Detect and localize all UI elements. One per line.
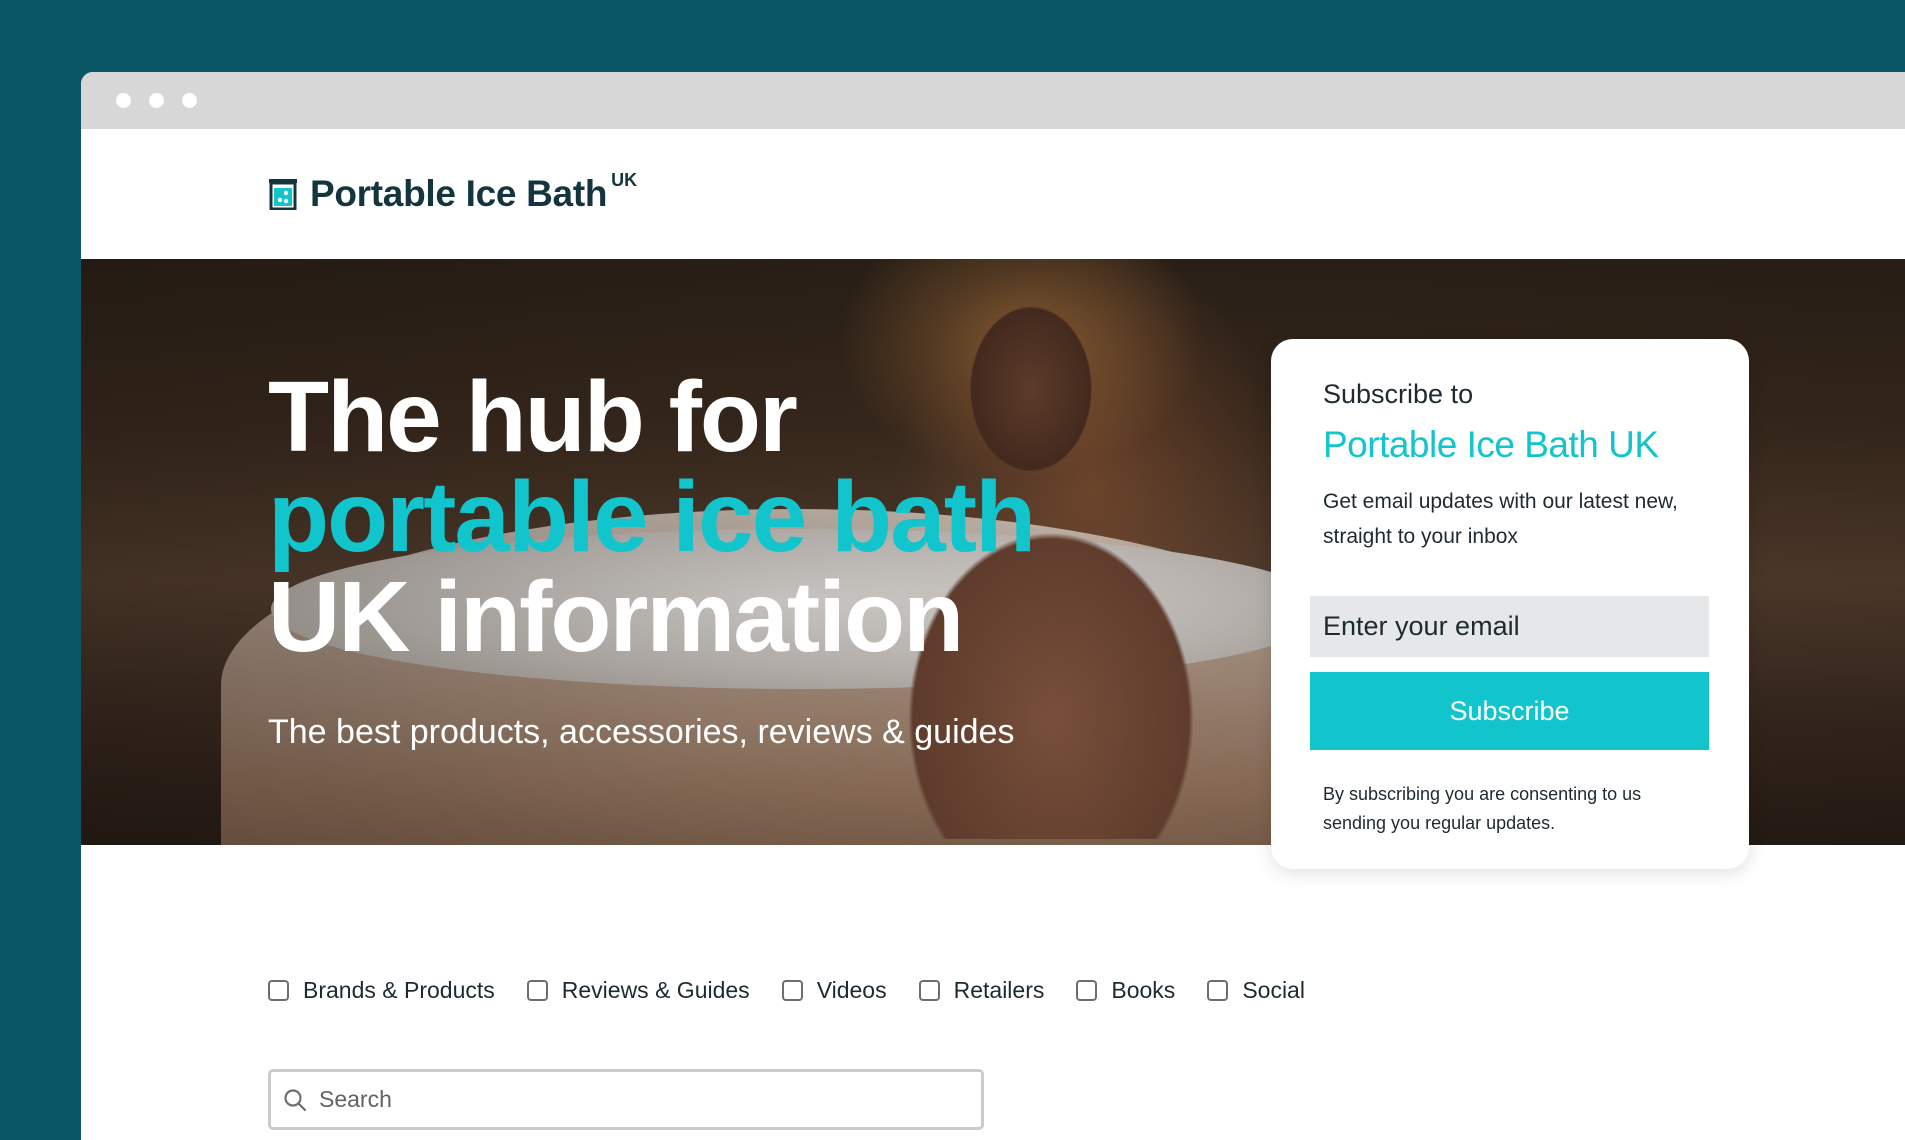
filter-label: Books (1111, 977, 1176, 1003)
search-input[interactable] (319, 1086, 959, 1113)
subscribe-description: Get email updates with our latest new, s… (1323, 490, 1678, 548)
filter-label: Retailers (953, 977, 1045, 1003)
filter-checkbox[interactable] (918, 980, 940, 1001)
window-control-dot[interactable] (116, 93, 131, 108)
filter-reviews-guides[interactable]: Reviews & Guides (526, 977, 750, 1004)
search-box[interactable] (268, 1069, 984, 1130)
consent-note: By subscribing you are consenting to us … (1323, 784, 1642, 833)
filter-checkbox[interactable] (526, 980, 548, 1001)
search-icon (283, 1088, 307, 1112)
filter-label: Brands & Products (303, 977, 495, 1003)
hero-heading-line: The hub for (268, 361, 798, 473)
hero-heading-accent: portable ice bath (268, 461, 1036, 573)
filter-label: Social (1242, 977, 1305, 1003)
filter-checkbox[interactable] (1207, 980, 1229, 1001)
browser-window: Portable Ice Bath UK The hub for portabl… (81, 72, 1905, 1140)
hero-subtitle: The best products, accessories, reviews … (268, 713, 1015, 751)
filter-books[interactable]: Books (1076, 977, 1175, 1004)
subscribe-card: Subscribe to Portable Ice Bath UK Get em… (1271, 339, 1749, 869)
brand-name: Portable Ice Bath (310, 173, 608, 214)
brand-suffix: UK (611, 169, 638, 190)
filter-retailers[interactable]: Retailers (918, 977, 1045, 1004)
hero-heading-line: UK information (268, 561, 964, 673)
window-control-dot[interactable] (182, 93, 197, 108)
hero-heading: The hub for portable ice bath UK informa… (268, 361, 1036, 752)
subscribe-brand-title: Portable Ice Bath UK (1323, 424, 1659, 465)
subscribe-pre-title: Subscribe to (1323, 379, 1474, 409)
filter-label: Videos (816, 977, 887, 1003)
category-filters: Brands & Products Reviews & Guides Video… (268, 977, 1337, 1004)
email-field[interactable] (1310, 596, 1709, 657)
filter-social[interactable]: Social (1207, 977, 1305, 1004)
site-logo[interactable]: Portable Ice Bath UK (268, 169, 638, 215)
filter-label: Reviews & Guides (561, 977, 750, 1003)
subscribe-button[interactable]: Subscribe (1310, 672, 1709, 750)
filter-checkbox[interactable] (1076, 980, 1098, 1001)
filter-checkbox[interactable] (268, 980, 289, 1001)
site-header: Portable Ice Bath UK (81, 129, 1905, 259)
filter-videos[interactable]: Videos (781, 977, 887, 1004)
browser-titlebar (81, 72, 1905, 129)
ice-bath-logo-icon (268, 178, 298, 210)
filter-brands-products[interactable]: Brands & Products (268, 977, 495, 1004)
filter-checkbox[interactable] (781, 980, 803, 1001)
window-control-dot[interactable] (149, 93, 164, 108)
